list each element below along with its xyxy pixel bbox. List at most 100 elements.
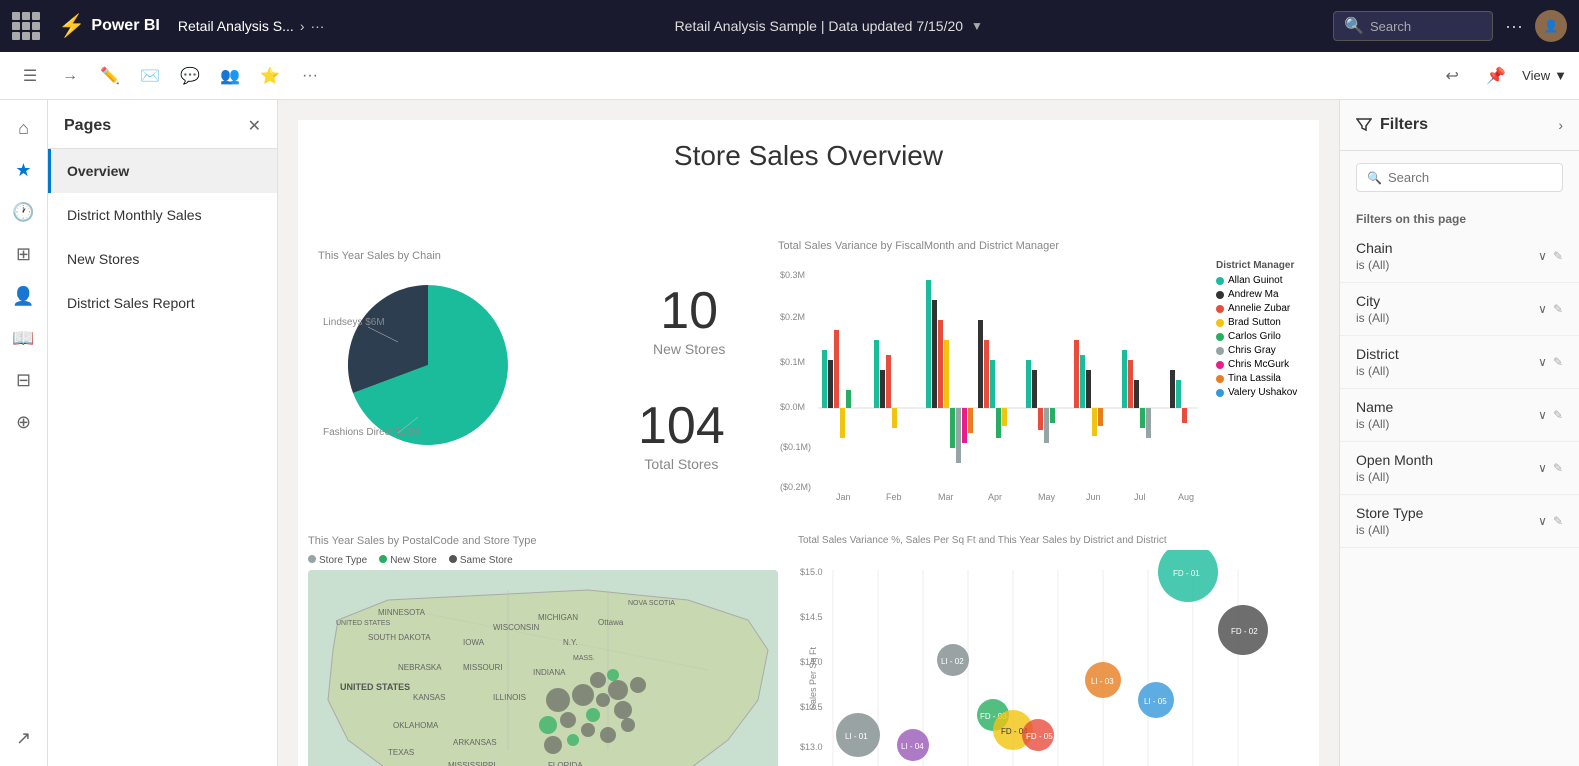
view-button[interactable]: View ▼ <box>1522 68 1567 83</box>
pin-button[interactable]: 📌 <box>1478 58 1514 94</box>
filter-name-chevron-icon[interactable]: ∨ <box>1538 408 1547 422</box>
filter-store-type-edit-icon[interactable]: ✎ <box>1553 514 1563 528</box>
main-canvas: Store Sales Overview This Year Sales by … <box>278 100 1339 766</box>
filter-open-month-edit-icon[interactable]: ✎ <box>1553 461 1563 475</box>
map-chart-title: This Year Sales by PostalCode and Store … <box>308 535 788 547</box>
edit-button[interactable]: ✏️ <box>92 58 128 94</box>
filter-district-edit-icon[interactable]: ✎ <box>1553 355 1563 369</box>
legend-title: District Manager <box>1216 260 1336 271</box>
nav-right-section: 🔍 ··· 👤 <box>1333 10 1567 42</box>
filters-title: Filters <box>1356 116 1428 134</box>
filter-chain-value: is (All) <box>1356 258 1393 272</box>
filters-search-box[interactable]: 🔍 <box>1356 163 1563 192</box>
pages-close-button[interactable]: ✕ <box>248 116 261 136</box>
bubble-chart-section[interactable]: Total Sales Variance %, Sales Per Sq Ft … <box>798 535 1339 766</box>
undo-button[interactable]: ↩ <box>1434 58 1470 94</box>
filter-name-name: Name <box>1356 399 1393 415</box>
map-section[interactable]: This Year Sales by PostalCode and Store … <box>308 535 788 766</box>
page-item-overview[interactable]: Overview <box>48 149 277 193</box>
filter-city-chevron-icon[interactable]: ∨ <box>1538 302 1547 316</box>
filter-name-value: is (All) <box>1356 417 1393 431</box>
workspaces-icon-button[interactable]: ⊟ <box>4 360 44 400</box>
svg-text:INDIANA: INDIANA <box>533 668 566 677</box>
user-avatar[interactable]: 👤 <box>1535 10 1567 42</box>
filter-store-type-value: is (All) <box>1356 523 1423 537</box>
svg-text:ILLINOIS: ILLINOIS <box>493 693 526 702</box>
filter-open-month-chevron-icon[interactable]: ∨ <box>1538 461 1547 475</box>
global-search-input[interactable] <box>1370 19 1480 34</box>
filters-panel: Filters › 🔍 Filters on this page Chain i… <box>1339 100 1579 766</box>
toolbar-right: ↩ 📌 View ▼ <box>1434 58 1567 94</box>
page-item-district-sales-report[interactable]: District Sales Report <box>48 281 277 325</box>
filters-search-input[interactable] <box>1388 170 1552 185</box>
power-bi-bolt-icon: ⚡ <box>58 13 85 39</box>
top-navbar: ⚡ Power BI Retail Analysis S... › ··· Re… <box>0 0 1579 52</box>
filter-store-type[interactable]: Store Type is (All) ∨ ✎ <box>1340 495 1579 548</box>
svg-text:UNITED STATES: UNITED STATES <box>340 682 410 692</box>
report-title: Store Sales Overview <box>318 140 1299 172</box>
share-button[interactable]: ✉️ <box>132 58 168 94</box>
app-grid-icon[interactable] <box>12 12 40 40</box>
svg-text:Jun: Jun <box>1086 492 1101 502</box>
nav-dropdown-icon[interactable]: ▼ <box>971 19 983 33</box>
people-icon-button[interactable]: 👤 <box>4 276 44 316</box>
svg-text:MISSISSIPPI: MISSISSIPPI <box>448 761 496 766</box>
power-bi-logo: ⚡ Power BI <box>50 13 168 39</box>
global-search-box[interactable]: 🔍 <box>1333 11 1493 41</box>
expand-sidebar-button[interactable]: ↗ <box>4 718 44 758</box>
teams-button[interactable]: 👥 <box>212 58 248 94</box>
breadcrumb-chevron-icon: › <box>300 18 305 34</box>
svg-text:$13.0: $13.0 <box>800 742 823 752</box>
svg-text:($0.1M): ($0.1M) <box>780 442 811 452</box>
more-toolbar-button[interactable]: ··· <box>292 58 328 94</box>
svg-text:ARKANSAS: ARKANSAS <box>453 738 497 747</box>
filter-chain-edit-icon[interactable]: ✎ <box>1553 249 1563 263</box>
filter-city[interactable]: City is (All) ∨ ✎ <box>1340 283 1579 336</box>
view-chevron-icon: ▼ <box>1554 68 1567 83</box>
filter-name-edit-icon[interactable]: ✎ <box>1553 408 1563 422</box>
power-bi-text: Power BI <box>91 17 159 35</box>
chat-button[interactable]: 💬 <box>172 58 208 94</box>
filter-name[interactable]: Name is (All) ∨ ✎ <box>1340 389 1579 442</box>
breadcrumb-current[interactable]: Retail Analysis S... <box>178 18 294 34</box>
filter-district-name: District <box>1356 346 1399 362</box>
favorites-icon-button[interactable]: ★ <box>4 150 44 190</box>
home-icon-button[interactable]: ⌂ <box>4 108 44 148</box>
breadcrumb-more-btn[interactable]: ··· <box>310 18 324 34</box>
svg-text:($0.2M): ($0.2M) <box>780 482 811 492</box>
filter-district[interactable]: District is (All) ∨ ✎ <box>1340 336 1579 389</box>
pie-chart-section[interactable]: This Year Sales by Chain Lindseys $6M Fa… <box>318 250 598 455</box>
svg-text:MINNESOTA: MINNESOTA <box>378 608 426 617</box>
svg-text:MICHIGAN: MICHIGAN <box>538 613 578 622</box>
kpi-new-stores: 10 New Stores <box>653 285 725 357</box>
bar-chart-section[interactable]: Total Sales Variance by FiscalMonth and … <box>778 240 1339 530</box>
learn-icon-button[interactable]: 📖 <box>4 318 44 358</box>
create-icon-button[interactable]: ⊕ <box>4 402 44 442</box>
pie-chart-svg: Lindseys $6M Fashions Direct $16M <box>318 270 578 450</box>
filter-chain-chevron-icon[interactable]: ∨ <box>1538 249 1547 263</box>
apps-icon-button[interactable]: ⊞ <box>4 234 44 274</box>
bookmark-button[interactable]: ⭐ <box>252 58 288 94</box>
arrow-right-button[interactable]: → <box>52 58 88 94</box>
recent-icon-button[interactable]: 🕐 <box>4 192 44 232</box>
filter-store-type-chevron-icon[interactable]: ∨ <box>1538 514 1547 528</box>
filters-expand-button[interactable]: › <box>1558 117 1563 133</box>
report-center-label: Retail Analysis Sample | Data updated 7/… <box>675 18 963 34</box>
map-store-type-legend: Store Type New Store Same Store <box>308 555 788 566</box>
filter-icon <box>1356 117 1372 133</box>
kpi-total-stores-number: 104 <box>638 400 725 452</box>
filter-open-month[interactable]: Open Month is (All) ∨ ✎ <box>1340 442 1579 495</box>
filter-district-chevron-icon[interactable]: ∨ <box>1538 355 1547 369</box>
page-item-new-stores[interactable]: New Stores <box>48 237 277 281</box>
kpi-total-stores-label: Total Stores <box>638 456 725 472</box>
filter-city-value: is (All) <box>1356 311 1389 325</box>
svg-text:Sales Per Sq Ft: Sales Per Sq Ft <box>808 646 818 710</box>
filters-header: Filters › <box>1340 100 1579 151</box>
page-item-district-monthly-sales[interactable]: District Monthly Sales <box>48 193 277 237</box>
bar-chart-legend: District Manager Allan Guinot Andrew Ma … <box>1216 260 1336 510</box>
hamburger-menu-button[interactable]: ☰ <box>12 58 48 94</box>
filter-open-month-value: is (All) <box>1356 470 1433 484</box>
filter-chain[interactable]: Chain is (All) ∨ ✎ <box>1340 230 1579 283</box>
filter-city-edit-icon[interactable]: ✎ <box>1553 302 1563 316</box>
more-options-button[interactable]: ··· <box>1505 16 1523 37</box>
